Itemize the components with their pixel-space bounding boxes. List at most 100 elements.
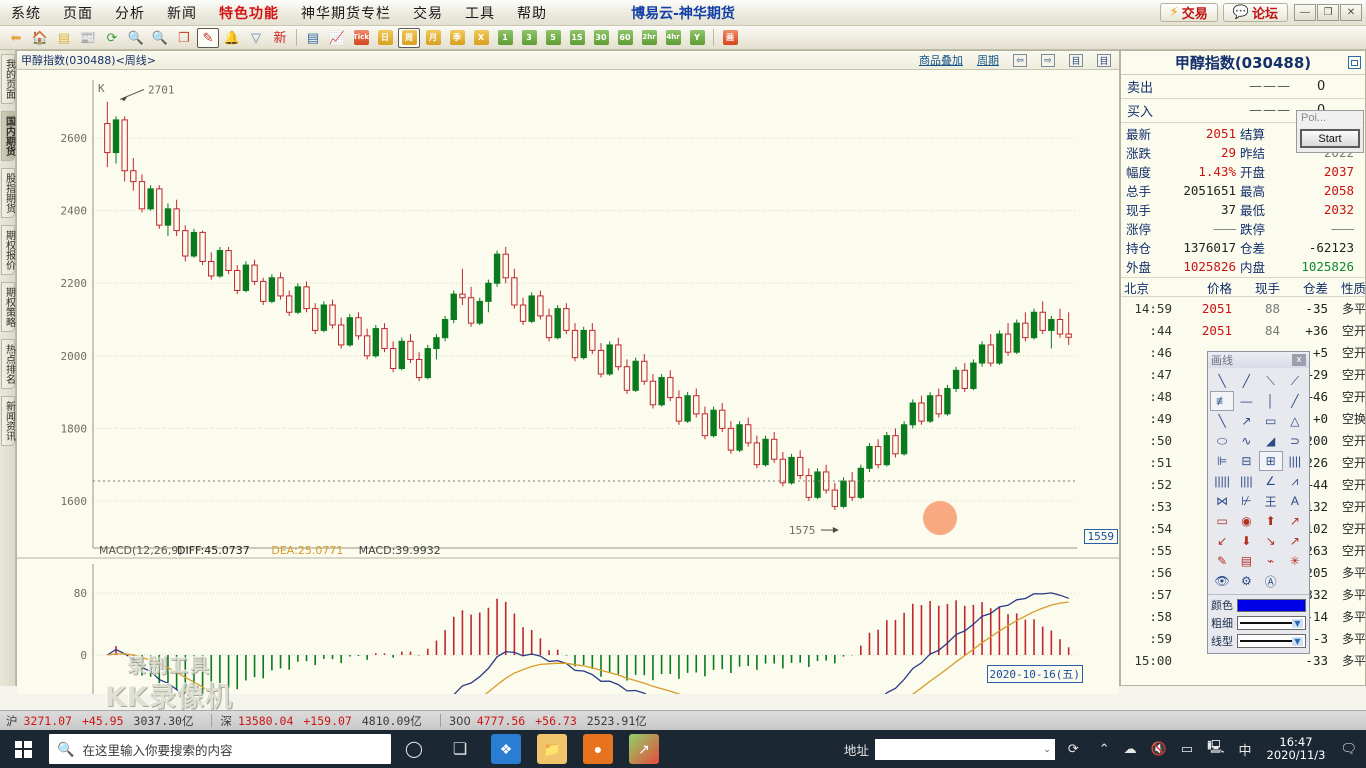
menu-item-2[interactable]: 分析 [104,3,156,23]
pencil-draw-icon[interactable]: ✎ [197,27,219,48]
trading-app-icon[interactable]: ↗ [621,730,667,768]
app-store-icon[interactable]: ❖ [483,730,529,768]
zoom-in-icon[interactable]: 🔍 [125,28,147,48]
draw-tool-2[interactable]: ⟍ [1259,371,1283,391]
address-input[interactable]: ⌄ [874,738,1055,760]
draw-tool-34[interactable]: ↘ [1259,531,1283,551]
file-explorer-icon[interactable]: 📁 [529,730,575,768]
period-button-2hr[interactable]: 2hr [638,28,660,48]
draw-tool-39[interactable]: ✳ [1283,551,1307,571]
menu-item-6[interactable]: 交易 [402,3,454,23]
volume-muted-icon[interactable]: 🔇 [1144,741,1174,757]
thickness-select[interactable]: ▼ [1237,616,1306,630]
period-button-Y[interactable]: Y [686,28,708,48]
sidebar-item-6[interactable]: 新闻资讯 [0,396,15,446]
poi-start-button[interactable]: Start [1300,129,1360,148]
draw-tool-25[interactable]: ⊬ [1234,491,1258,511]
poi-popup-window[interactable]: Poi... Start [1296,110,1364,153]
draw-tool-6[interactable]: │ [1259,391,1283,411]
address-bar[interactable]: 地址 ⌄ ⟳ [844,738,1086,760]
scroll-left-button[interactable]: ⇦ [1013,53,1027,67]
close-icon[interactable]: x [1292,354,1306,366]
menu-item-1[interactable]: 页面 [52,3,104,23]
period-button-X[interactable]: X [470,28,492,48]
draw-tool-21[interactable]: |||| [1234,471,1258,491]
draw-tool-8[interactable]: ╲ [1210,411,1234,431]
action-center-icon[interactable]: 🗨 [1333,741,1364,757]
draw-tool-3[interactable]: ⟋ [1283,371,1307,391]
draw-tool-42[interactable]: Ⓐ [1259,571,1283,591]
draw-tool-23[interactable]: ⩘ [1283,471,1307,491]
trade-button[interactable]: ⚡ 交易 [1159,3,1218,22]
period-button-15[interactable]: 15 [566,28,588,48]
chart-plot-area[interactable]: 2600 2400 2200 2000 1800 1600 K 2701 1575 MACD(12… [17,70,1119,694]
draw-tool-24[interactable]: ⋈ [1210,491,1234,511]
sidebar-item-5[interactable]: 热点排名 [0,339,15,389]
draw-tool-38[interactable]: ⌁ [1259,551,1283,571]
start-button[interactable] [0,730,46,768]
new-icon[interactable]: 新 [269,28,291,48]
refresh-icon[interactable]: ⟳ [1061,741,1086,757]
draw-tool-17[interactable]: ⊟ [1234,451,1258,471]
period-button-5[interactable]: 5 [542,28,564,48]
layout-button-2[interactable]: 目 [1097,53,1111,67]
draw-tool-13[interactable]: ∿ [1234,431,1258,451]
ime-indicator[interactable]: 中 [1232,740,1259,759]
period-link[interactable]: 周期 [977,52,999,68]
battery-icon[interactable]: ▭ [1174,741,1200,757]
menu-item-4[interactable]: 特色功能 [208,3,290,23]
draw-tool-10[interactable]: ▭ [1259,411,1283,431]
close-button[interactable]: ✕ [1340,4,1362,21]
draw-tool-0[interactable]: ╲ [1210,371,1234,391]
zoom-out-icon[interactable]: 🔍 [149,28,171,48]
drawing-palette-titlebar[interactable]: 画线 x [1208,352,1309,368]
alarm-bell-icon[interactable]: 🔔 [221,28,243,48]
draw-tool-20[interactable]: ||||| [1210,471,1234,491]
draw-tool-5[interactable]: — [1234,391,1258,411]
draw-tool-37[interactable]: ▤ [1234,551,1258,571]
restore-window-icon[interactable] [1348,56,1361,69]
sidebar-item-2[interactable]: 股指期货 [0,168,15,218]
period-button-日[interactable]: 日 [374,28,396,48]
period-button-30[interactable]: 30 [590,28,612,48]
scroll-right-button[interactable]: ⇨ [1041,53,1055,67]
window-tile-icon[interactable]: ❐ [173,28,195,48]
draw-tool-4[interactable]: ≢ [1210,391,1235,411]
sidebar-item-1[interactable]: 国内期货 [0,111,15,161]
taskbar-search-box[interactable]: 🔍 在这里输入你要搜索的内容 [49,734,391,764]
show-hidden-icons-chevron[interactable]: ⌃ [1092,741,1117,757]
draw-tool-35[interactable]: ↗ [1283,531,1307,551]
sidebar-item-4[interactable]: 期权策略 [0,282,15,332]
menu-item-3[interactable]: 新闻 [156,3,208,23]
onedrive-icon[interactable]: ☁ [1117,741,1144,757]
draw-tool-22[interactable]: ∠ [1259,471,1283,491]
sidebar-item-0[interactable]: 我的页面 [0,54,15,104]
quote-table-icon[interactable]: ▤ [302,28,324,48]
taskbar-clock[interactable]: 16:47 2020/11/3 [1259,736,1334,762]
draw-tool-33[interactable]: ⬇ [1234,531,1258,551]
sidebar-item-3[interactable]: 期权报价 [0,225,15,275]
draw-tool-41[interactable]: ⚙ [1234,571,1258,591]
menu-item-5[interactable]: 神华期货专栏 [290,3,402,23]
cortana-icon[interactable]: ◯ [391,730,437,768]
overlay-link[interactable]: 商品叠加 [919,52,963,68]
draw-tool-26[interactable]: 王 [1259,491,1283,511]
home-icon[interactable]: 🏠 [29,28,51,48]
draw-tool-12[interactable]: ⬭ [1210,431,1234,451]
trend-chart-icon[interactable]: 📈 [326,28,348,48]
draw-tool-31[interactable]: ↗ [1283,511,1307,531]
minimize-button[interactable]: — [1294,4,1316,21]
maximize-button[interactable]: ❐ [1317,4,1339,21]
draw-tool-36[interactable]: ✎ [1210,551,1234,571]
browser-icon[interactable]: ● [575,730,621,768]
layers-icon[interactable]: ▤ [53,28,75,48]
draw-tool-30[interactable]: ⬆ [1259,511,1283,531]
period-button-1[interactable]: 1 [494,28,516,48]
chevron-down-icon[interactable]: ▼ [1292,618,1303,628]
draw-tool-40[interactable]: 👁 [1210,571,1234,591]
period-button-季[interactable]: 季 [446,28,468,48]
period-button-3[interactable]: 3 [518,28,540,48]
draw-tool-28[interactable]: ▭ [1210,511,1234,531]
draw-tool-19[interactable]: |||| [1283,451,1307,471]
layout-button-1[interactable]: 目 [1069,53,1083,67]
